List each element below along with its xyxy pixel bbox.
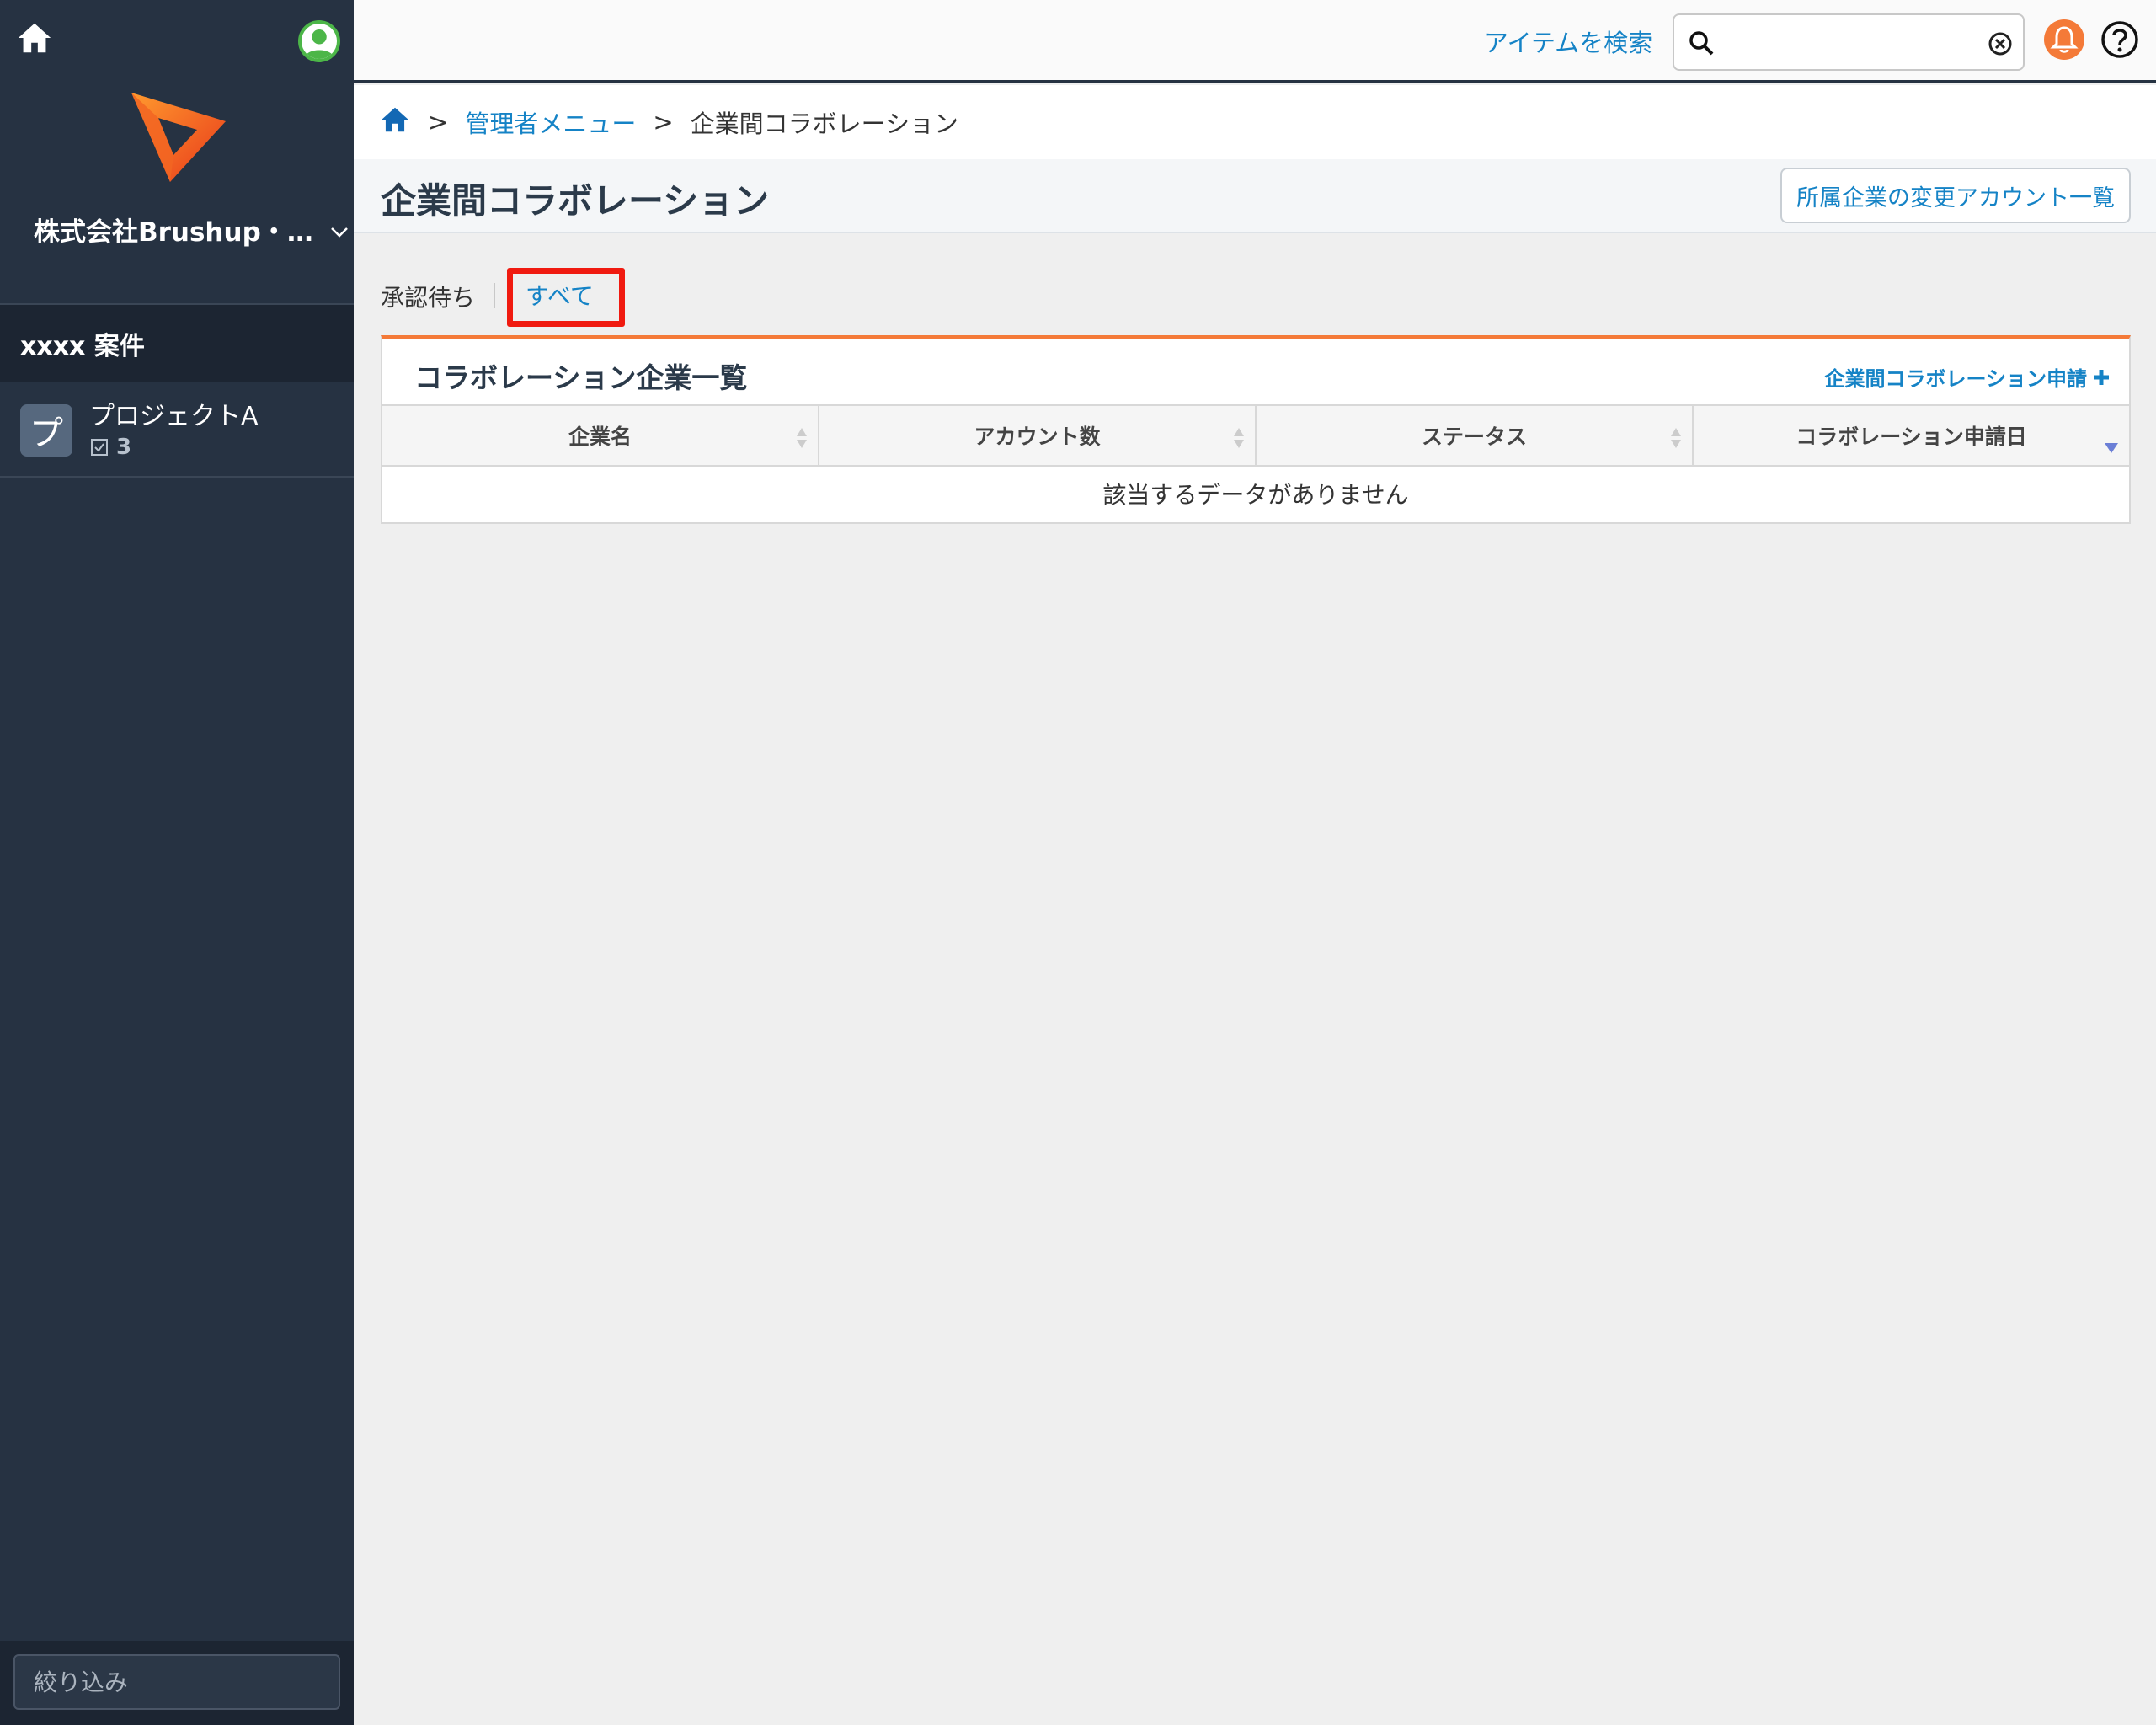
collaboration-panel: コラボレーション企業一覧 企業間コラボレーション申請 企業名 アカウント数 ステ…	[381, 335, 2131, 524]
column-label: コラボレーション申請日	[1796, 425, 2027, 449]
search-icon	[1688, 29, 1715, 56]
column-label: アカウント数	[974, 425, 1101, 449]
top-header: アイテムを検索	[354, 0, 2156, 83]
column-header-account-count[interactable]: アカウント数	[819, 406, 1257, 465]
collaboration-request-label: 企業間コラボレーション申請	[1824, 367, 2087, 391]
clear-icon[interactable]	[1988, 31, 2013, 56]
collaboration-table: 企業名 アカウント数 ステータス コラボレーション申請日 該当するデータがありま…	[382, 404, 2129, 521]
sidebar: 株式会社Brushup・… xxxx 案件 プ プロジェクトA 3	[0, 0, 354, 1725]
project-initial-badge: プ	[20, 404, 72, 457]
column-header-company[interactable]: 企業名	[382, 406, 819, 465]
tab-separator	[494, 283, 495, 308]
page-title: 企業間コラボレーション	[381, 180, 770, 222]
chevron-down-icon	[328, 219, 350, 241]
home-icon[interactable]	[15, 19, 54, 57]
search-label: アイテムを検索	[1484, 29, 1653, 57]
sort-icon	[1233, 426, 1245, 450]
breadcrumb: > 管理者メニュー > 企業間コラボレーション	[354, 85, 2156, 159]
column-header-status[interactable]: ステータス	[1257, 406, 1694, 465]
column-label: 企業名	[568, 425, 632, 449]
column-header-request-date[interactable]: コラボレーション申請日	[1694, 406, 2129, 465]
column-label: ステータス	[1421, 425, 1527, 449]
project-name: プロジェクトA	[89, 402, 259, 431]
page-title-bar: 企業間コラボレーション 所属企業の変更アカウント一覧	[354, 159, 2156, 233]
sidebar-section-title: xxxx 案件	[0, 305, 354, 382]
plus-icon	[2092, 368, 2111, 387]
sort-desc-icon	[2104, 435, 2119, 453]
breadcrumb-separator: >	[653, 108, 674, 136]
breadcrumb-home-icon[interactable]	[379, 104, 411, 142]
account-list-button[interactable]: 所属企業の変更アカウント一覧	[1780, 168, 2131, 223]
sidebar-divider	[0, 476, 354, 478]
tab-all[interactable]: すべて	[526, 278, 594, 312]
sidebar-filter-input[interactable]	[13, 1654, 340, 1710]
search-box[interactable]	[1673, 13, 2025, 71]
sort-icon	[796, 426, 808, 450]
tab-pending[interactable]: 承認待ち	[381, 280, 475, 313]
sidebar-item-project[interactable]: プ プロジェクトA 3	[0, 384, 354, 477]
project-task-count: 3	[89, 435, 259, 460]
brushup-logo	[126, 88, 231, 185]
task-count-value: 3	[116, 435, 132, 460]
search-input[interactable]	[1725, 24, 1977, 61]
user-avatar-icon[interactable]	[298, 20, 340, 62]
checklist-icon	[91, 439, 108, 456]
company-switcher[interactable]: 株式会社Brushup・…	[34, 211, 348, 248]
sidebar-filter-area	[0, 1641, 354, 1725]
breadcrumb-admin-menu[interactable]: 管理者メニュー	[465, 104, 636, 140]
breadcrumb-current: 企業間コラボレーション	[690, 109, 959, 138]
empty-message: 該当するデータがありません	[1102, 481, 1409, 509]
panel-title: コラボレーション企業一覧	[414, 361, 748, 394]
company-name: 株式会社Brushup・…	[34, 217, 313, 248]
table-header: 企業名 アカウント数 ステータス コラボレーション申請日	[382, 404, 2129, 467]
bell-icon[interactable]	[2043, 19, 2085, 61]
breadcrumb-separator: >	[428, 108, 449, 136]
sort-icon	[1670, 426, 1682, 450]
help-icon[interactable]	[2100, 20, 2139, 59]
collaboration-request-link[interactable]: 企業間コラボレーション申請	[1824, 362, 2111, 392]
